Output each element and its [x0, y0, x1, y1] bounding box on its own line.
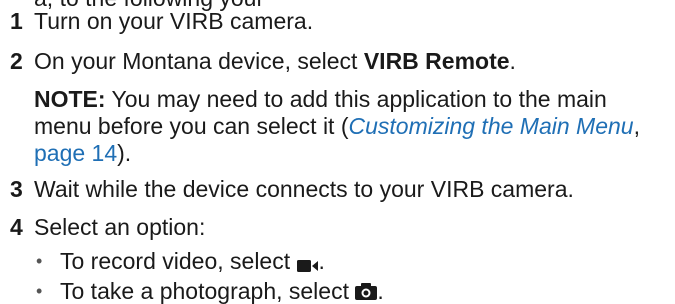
step-number: 4 — [10, 214, 23, 240]
menu-item-virb-remote: VIRB Remote — [363, 48, 510, 74]
note-link-separator: , — [633, 113, 640, 139]
bullet-label: To record video, select — [60, 248, 297, 274]
bullet-icon: • — [36, 281, 43, 301]
step-text-after: . — [509, 48, 516, 74]
step-text: On your Montana device, select VIRB Remo… — [34, 50, 516, 73]
manual-page: a, to the following your 1 Turn on your … — [0, 0, 675, 303]
step-text-before: On your Montana device, select — [34, 48, 364, 74]
step-number: 2 — [10, 48, 23, 74]
bullet-end: . — [318, 248, 325, 274]
step-text: Turn on your VIRB camera. — [34, 8, 314, 34]
bullet-text: To take a photograph, select . — [60, 280, 384, 303]
note-text-end: ). — [117, 140, 132, 166]
bullet-text: To record video, select . — [60, 250, 325, 273]
step-number: 3 — [10, 176, 23, 202]
video-camera-icon — [296, 254, 319, 272]
step-text: Wait while the device connects to your V… — [34, 176, 574, 202]
bullet-end: . — [377, 278, 384, 304]
step-text: Select an option: — [34, 214, 206, 240]
bullet-label: To take a photograph, select — [60, 278, 356, 304]
link-customizing-main-menu[interactable]: Customizing the Main Menu — [349, 113, 634, 139]
link-page-14[interactable]: page 14 — [34, 140, 117, 166]
bullet-icon: • — [36, 251, 43, 271]
camera-icon — [355, 281, 378, 300]
note-label: NOTE: — [34, 86, 106, 112]
step-number: 1 — [10, 8, 23, 34]
note-paragraph: NOTE: You may need to add this applicati… — [34, 86, 664, 167]
